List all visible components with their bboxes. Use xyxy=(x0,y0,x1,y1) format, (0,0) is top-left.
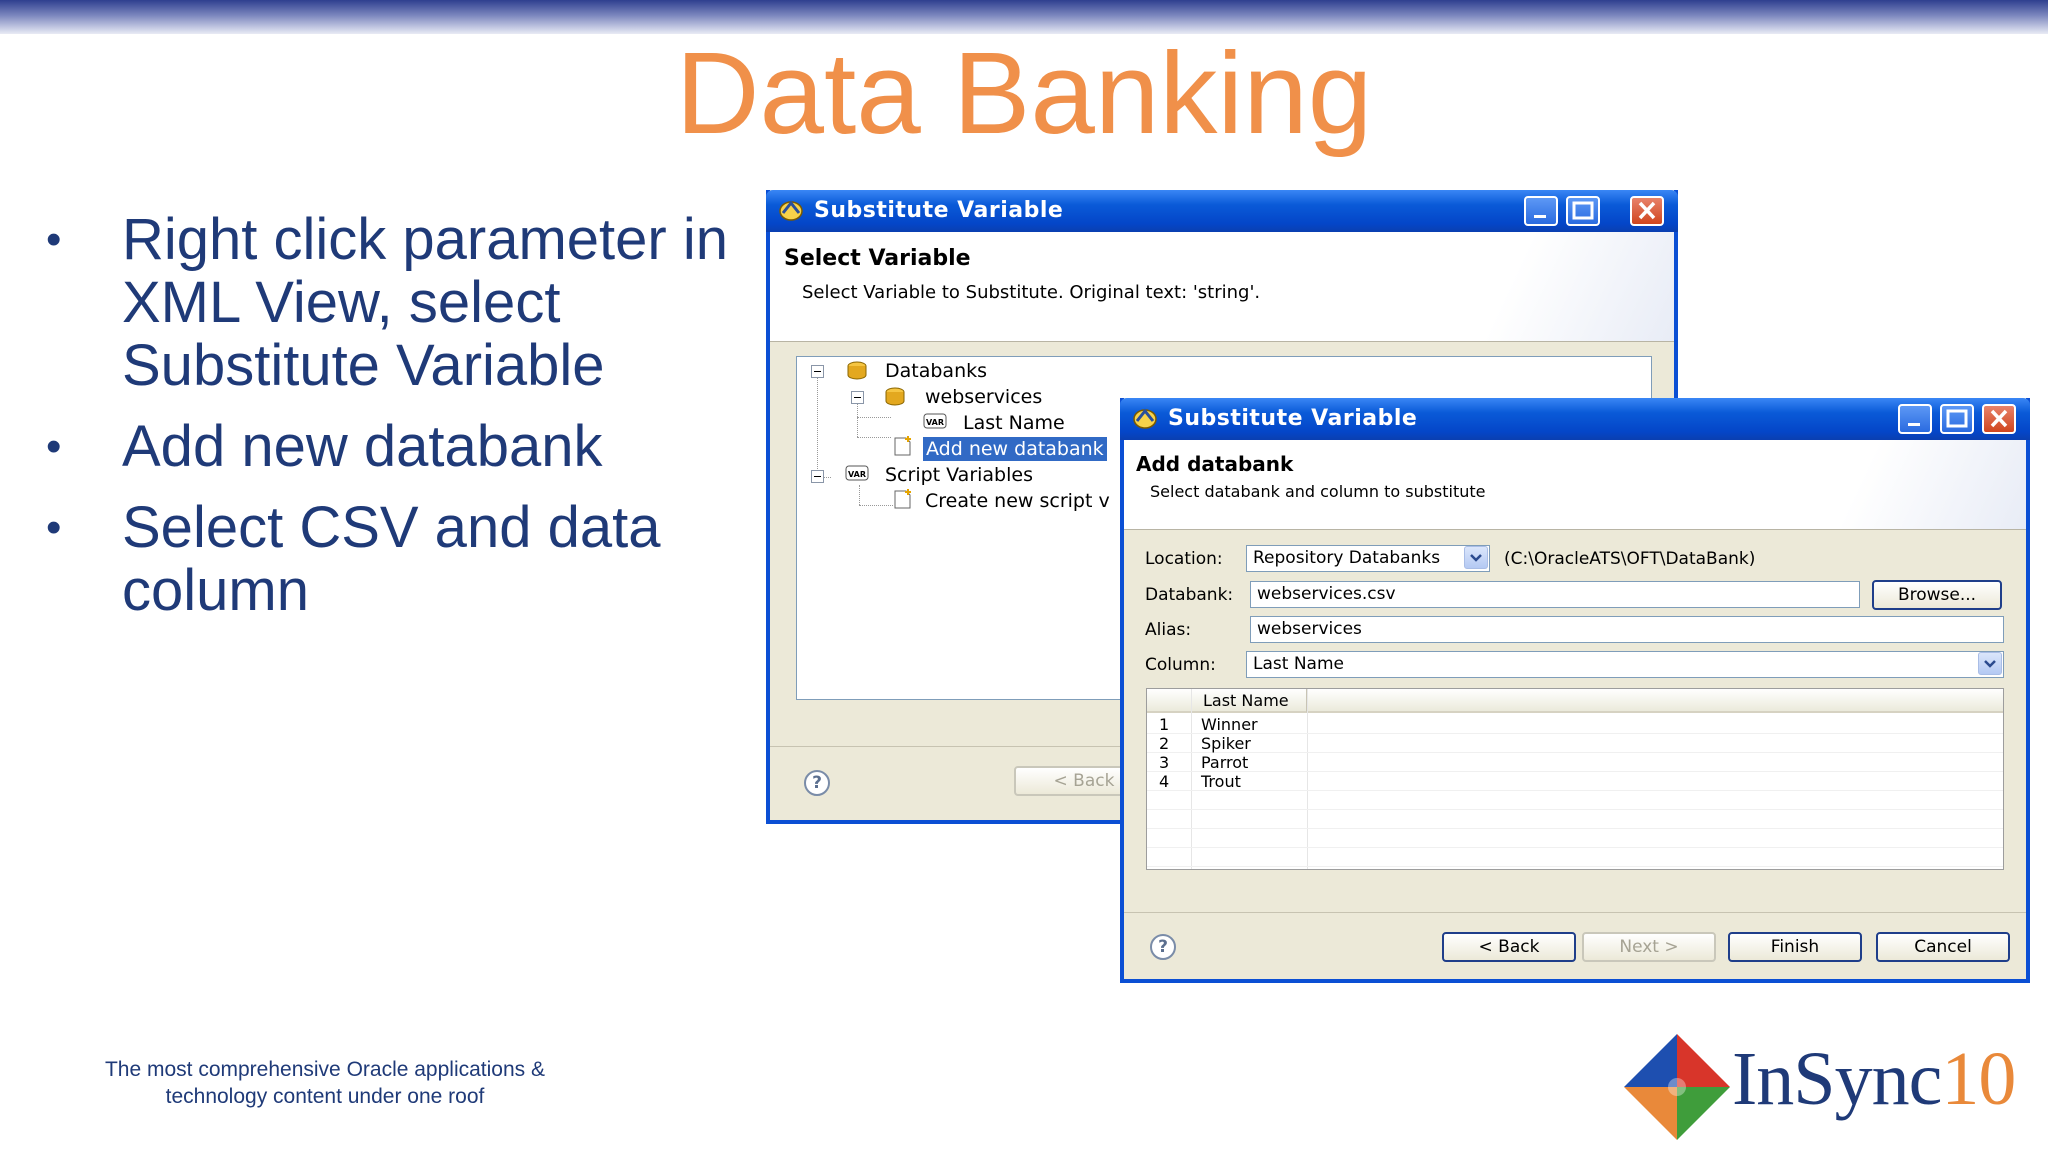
table-row[interactable]: 3 Parrot xyxy=(1147,753,2003,772)
logo-number: 10 xyxy=(1941,1037,2016,1121)
chevron-down-icon xyxy=(1470,554,1482,562)
window-title: Substitute Variable xyxy=(814,198,1064,223)
tree-item-last-name[interactable]: Last Name xyxy=(963,411,1065,435)
column-dropdown-button[interactable] xyxy=(1978,652,2002,675)
dialog-heading: Add databank xyxy=(1136,452,1294,476)
location-label: Location: xyxy=(1145,549,1223,569)
next-button[interactable]: Next > xyxy=(1582,932,1716,962)
data-preview-grid[interactable]: Last Name 1 Winner 2 Spiker 3 Parrot 4 T… xyxy=(1146,688,2004,870)
bullet-text: Right click parameter in XML View, selec… xyxy=(122,207,728,398)
front-dialog-window: Substitute Variable Add databank Select … xyxy=(1120,398,2030,983)
table-row[interactable]: 1 Winner xyxy=(1147,715,2003,734)
tree-item-add-new-databank[interactable]: Add new databank xyxy=(922,436,1108,462)
help-icon[interactable]: ? xyxy=(1150,934,1176,960)
row-index: 4 xyxy=(1159,772,1170,791)
app-icon xyxy=(1133,408,1157,429)
dialog-subheading: Select databank and column to substitute xyxy=(1150,482,1486,501)
minimize-button[interactable] xyxy=(1898,404,1932,434)
bullet-list: • Right click parameter in XML View, sele… xyxy=(40,208,740,640)
tree-item-webservices[interactable]: webservices xyxy=(925,385,1042,409)
logo-diamond-icon xyxy=(1624,1034,1730,1140)
databank-icon xyxy=(885,387,905,406)
collapse-databanks-toggle[interactable] xyxy=(811,365,824,378)
row-value: Winner xyxy=(1201,715,1258,734)
bullet-dot-icon: • xyxy=(46,422,62,471)
column-label: Column: xyxy=(1145,655,1216,675)
row-value: Parrot xyxy=(1201,753,1249,772)
grid-header-index xyxy=(1147,689,1191,713)
dialog-subheading: Select Variable to Substitute. Original … xyxy=(802,282,1261,303)
slide-title: Data Banking xyxy=(675,28,1373,158)
bullet-item: • Select CSV and data column xyxy=(40,496,740,622)
dialog-heading: Select Variable xyxy=(784,246,971,271)
new-item-icon xyxy=(894,436,911,456)
bullet-item: • Add new databank xyxy=(40,415,740,478)
maximize-button[interactable] xyxy=(1940,404,1974,434)
location-path: (C:\OracleATS\OFT\DataBank) xyxy=(1504,549,1756,569)
table-row[interactable]: 4 Trout xyxy=(1147,772,2003,791)
maximize-icon xyxy=(1946,409,1968,428)
database-icon xyxy=(847,361,867,380)
browse-button[interactable]: Browse... xyxy=(1872,580,2002,610)
footer-tagline: The most comprehensive Oracle applicatio… xyxy=(104,1058,546,1108)
grid-header-blank xyxy=(1307,689,2003,713)
app-icon xyxy=(779,200,803,221)
bullet-item: • Right click parameter in XML View, sele… xyxy=(40,208,740,397)
location-select[interactable]: Repository Databanks xyxy=(1246,545,1490,572)
new-item-icon xyxy=(894,489,911,509)
close-button[interactable] xyxy=(1982,404,2016,434)
close-button[interactable] xyxy=(1630,196,1664,226)
row-value: Trout xyxy=(1201,772,1241,791)
svg-text:VAR: VAR xyxy=(848,470,866,479)
front-dialog-header: Add databank Select databank and column … xyxy=(1124,440,2026,530)
variable-icon: VAR xyxy=(845,465,869,481)
back-dialog-header: Select Variable Select Variable to Subst… xyxy=(770,232,1674,342)
finish-button[interactable]: Finish xyxy=(1728,932,1862,962)
close-icon xyxy=(1638,201,1656,220)
databank-field[interactable]: webservices.csv xyxy=(1250,581,1860,608)
bullet-dot-icon: • xyxy=(46,503,62,552)
row-index: 3 xyxy=(1159,753,1170,772)
collapse-webservices-toggle[interactable] xyxy=(851,391,864,404)
row-index: 2 xyxy=(1159,734,1170,753)
bullet-text: Add new databank xyxy=(122,414,603,479)
window-title: Substitute Variable xyxy=(1168,406,1418,431)
alias-field[interactable]: webservices xyxy=(1250,616,2004,643)
cancel-button[interactable]: Cancel xyxy=(1876,932,2010,962)
column-select[interactable]: Last Name xyxy=(1246,651,2004,678)
databank-label: Databank: xyxy=(1145,585,1234,605)
grid-header-last-name[interactable]: Last Name xyxy=(1191,689,1307,713)
bullet-text: Select CSV and data column xyxy=(122,495,661,623)
maximize-button[interactable] xyxy=(1566,196,1600,226)
location-dropdown-button[interactable] xyxy=(1464,546,1488,569)
minimize-icon xyxy=(1908,423,1920,426)
svg-text:VAR: VAR xyxy=(926,418,944,427)
tree-item-script-variables[interactable]: Script Variables xyxy=(885,463,1033,487)
bullet-dot-icon: • xyxy=(46,215,62,264)
table-row[interactable]: 2 Spiker xyxy=(1147,734,2003,753)
row-index: 1 xyxy=(1159,715,1170,734)
minimize-button[interactable] xyxy=(1524,196,1558,226)
back-dialog-titlebar[interactable]: Substitute Variable xyxy=(766,190,1678,232)
collapse-script-variables-toggle[interactable] xyxy=(811,470,824,483)
help-icon[interactable]: ? xyxy=(804,770,830,796)
back-button[interactable]: < Back xyxy=(1442,932,1576,962)
close-icon xyxy=(1990,409,2008,428)
variable-icon: VAR xyxy=(923,413,947,429)
row-value: Spiker xyxy=(1201,734,1251,753)
tree-item-databanks[interactable]: Databanks xyxy=(885,359,987,383)
front-dialog-titlebar[interactable]: Substitute Variable xyxy=(1120,398,2030,440)
alias-label: Alias: xyxy=(1145,620,1192,640)
maximize-icon xyxy=(1572,201,1594,220)
chevron-down-icon xyxy=(1984,660,1996,668)
tree-item-create-new-script-variable[interactable]: Create new script v xyxy=(925,489,1110,513)
logo-wordmark: InSync10 xyxy=(1732,1036,2016,1123)
logo-text: InSync xyxy=(1732,1037,1942,1121)
company-logo: InSync10 xyxy=(1622,1032,2022,1142)
minimize-icon xyxy=(1534,215,1546,218)
